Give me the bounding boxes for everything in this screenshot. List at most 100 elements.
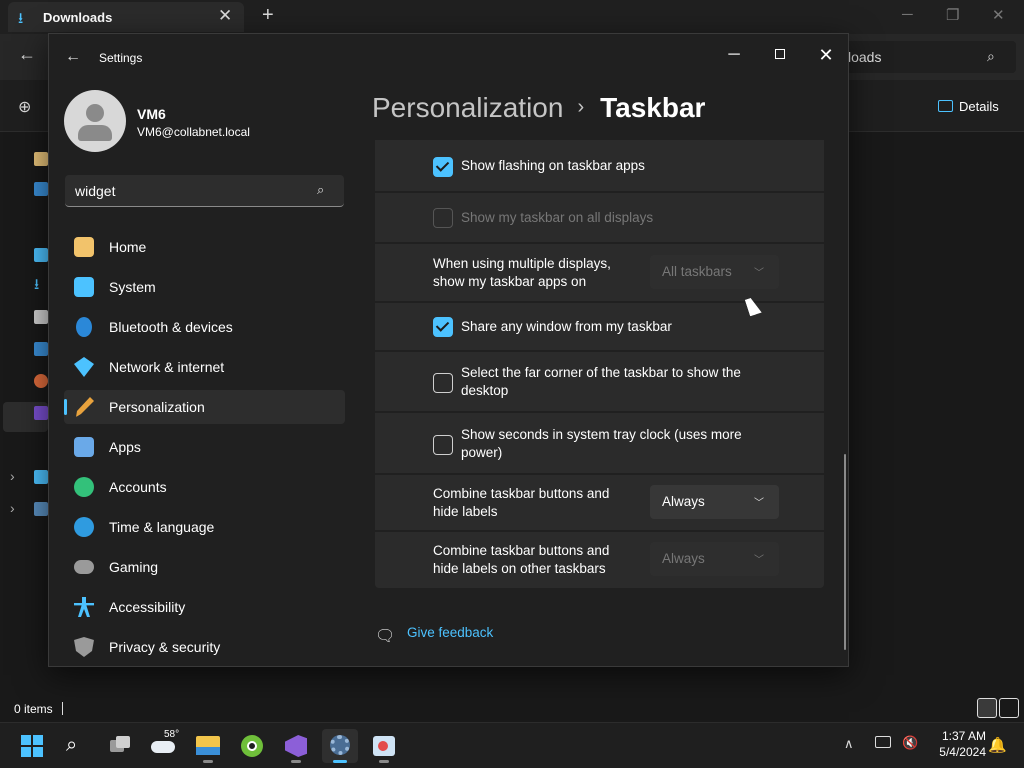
sidebar-item-label: Gaming (109, 559, 159, 575)
bluetooth-icon (76, 317, 92, 337)
sidebar-item-label: Time & language (109, 519, 215, 535)
taskbar-search-button[interactable]: ⌕ (58, 729, 94, 763)
dropdown-value: Always (662, 551, 705, 566)
breadcrumb-parent[interactable]: Personalization (372, 92, 563, 123)
details-view-button[interactable] (977, 698, 997, 718)
sidebar-item-label: Privacy & security (109, 639, 221, 655)
new-tab-button[interactable]: + (262, 4, 274, 27)
shield-icon (74, 637, 94, 657)
expand-chevron-icon[interactable]: › (10, 500, 15, 516)
close-button[interactable]: ✕ (803, 40, 848, 70)
clock-time[interactable]: 1:37 AM (926, 729, 986, 743)
network-icon[interactable] (34, 502, 48, 516)
tiles-view-button[interactable] (999, 698, 1019, 718)
settings-search-input[interactable]: widget ⌕ (65, 175, 344, 207)
running-indicator (203, 760, 213, 763)
details-label: Details (959, 99, 999, 114)
music-icon[interactable] (34, 374, 48, 388)
taskbar-green-app[interactable] (234, 729, 270, 763)
sidebar-item-time-language[interactable]: Time & language (64, 510, 345, 544)
sidebar-item-personalization[interactable]: Personalization (64, 390, 345, 424)
pictures-icon[interactable] (34, 342, 48, 356)
user-email: VM6@collabnet.local (137, 125, 250, 139)
clock-date[interactable]: 5/4/2024 (926, 745, 986, 759)
start-icon-part (33, 747, 43, 757)
maximize-icon (775, 49, 785, 59)
sidebar-item-privacy-security[interactable]: Privacy & security (64, 630, 345, 664)
setting-label: Select the far corner of the taskbar to … (461, 365, 741, 398)
scrollbar[interactable] (844, 454, 846, 650)
maximize-button[interactable] (757, 40, 803, 70)
checkbox-flashing[interactable] (433, 157, 453, 177)
this-pc-icon[interactable] (34, 470, 48, 484)
sidebar-item-home[interactable]: Home (64, 230, 345, 264)
settings-window: ← Settings ─ ✕ VM6 VM6@collabnet.local w… (48, 33, 849, 667)
checkbox-far-corner[interactable] (433, 373, 453, 393)
setting-label: Show seconds in system tray clock (uses … (461, 427, 742, 460)
downloads-icon[interactable]: ⭳ (34, 277, 48, 292)
taskbar-behaviors-list: Show flashing on taskbar apps Show my ta… (375, 140, 825, 588)
taskbar-file-explorer[interactable] (190, 729, 226, 763)
sidebar-item-gaming[interactable]: Gaming (64, 550, 345, 584)
explorer-minimize-button[interactable]: ─ (902, 6, 913, 23)
start-button[interactable] (14, 729, 50, 763)
running-indicator (333, 760, 347, 763)
setting-label: Show my taskbar on all displays (461, 210, 654, 225)
setting-row-far-corner[interactable]: Select the far corner of the taskbar to … (375, 352, 824, 411)
checkbox-all-displays (433, 208, 453, 228)
breadcrumb-separator: › (577, 96, 585, 118)
explorer-restore-button[interactable]: ❐ (946, 6, 959, 24)
sidebar-item-network-internet[interactable]: Network & internet (64, 350, 345, 384)
setting-label: Combine taskbar buttons and hide labels (433, 486, 610, 519)
running-indicator (379, 760, 389, 763)
search-icon: ⌕ (317, 182, 325, 197)
sidebar-item-accounts[interactable]: Accounts (64, 470, 345, 504)
gallery-icon[interactable] (34, 182, 48, 196)
minimize-button[interactable]: ─ (711, 40, 757, 70)
sidebar-item-label: Network & internet (109, 359, 225, 375)
show-hidden-icons-button[interactable]: ∧ (844, 736, 854, 752)
avatar[interactable] (64, 90, 126, 152)
sidebar-item-accessibility[interactable]: Accessibility (64, 590, 345, 624)
checkbox-share-window[interactable] (433, 317, 453, 337)
setting-label: Combine taskbar buttons and hide labels … (433, 543, 610, 576)
start-icon (21, 735, 31, 745)
give-feedback-link[interactable]: Give feedback (407, 625, 493, 640)
user-name: VM6 (137, 106, 166, 122)
taskbar-visual-studio[interactable] (278, 729, 314, 763)
documents-icon[interactable] (34, 310, 48, 324)
task-view-button[interactable] (102, 729, 138, 763)
sidebar-item-bluetooth-devices[interactable]: Bluetooth & devices (64, 310, 345, 344)
tab-close-button[interactable]: ✕ (218, 6, 232, 26)
task-view-icon-part (116, 736, 130, 748)
taskbar-settings[interactable] (322, 729, 358, 763)
videos-icon[interactable] (34, 406, 48, 420)
desktop-icon[interactable] (34, 248, 48, 262)
explorer-search-box[interactable]: loads ⌕ (838, 41, 1016, 73)
page-title: Taskbar (600, 92, 706, 123)
setting-row-combine[interactable]: Combine taskbar buttons and hide labels … (375, 475, 824, 530)
taskbar-paint[interactable] (366, 729, 402, 763)
sidebar-item-label: Home (109, 239, 147, 255)
brush-icon (76, 397, 94, 417)
volume-muted-icon[interactable]: 🔇 (902, 735, 918, 751)
explorer-back-button[interactable]: ← (18, 44, 36, 65)
home-icon[interactable] (34, 152, 48, 166)
network-status-icon[interactable] (875, 736, 891, 748)
gaming-icon (74, 560, 94, 574)
sidebar-item-system[interactable]: System (64, 270, 345, 304)
details-pane-button[interactable]: Details (938, 99, 999, 114)
expand-chevron-icon[interactable]: › (10, 468, 15, 484)
setting-row-flashing[interactable]: Show flashing on taskbar apps (375, 140, 824, 191)
chevron-down-icon: ﹀ (754, 498, 764, 509)
sidebar-item-apps[interactable]: Apps (64, 430, 345, 464)
new-item-button[interactable]: ⊕ (18, 97, 31, 117)
tab-downloads[interactable]: ⭳ Downloads ✕ (8, 2, 244, 32)
checkbox-show-seconds[interactable] (433, 435, 453, 455)
back-arrow-icon[interactable]: ← (65, 48, 81, 66)
notification-bell-icon[interactable]: 🔔 (988, 736, 1007, 754)
explorer-close-button[interactable]: ✕ (992, 6, 1005, 24)
setting-row-show-seconds[interactable]: Show seconds in system tray clock (uses … (375, 413, 824, 473)
combine-buttons-dropdown[interactable]: Always ﹀ (650, 485, 779, 519)
time-language-icon (74, 517, 94, 537)
